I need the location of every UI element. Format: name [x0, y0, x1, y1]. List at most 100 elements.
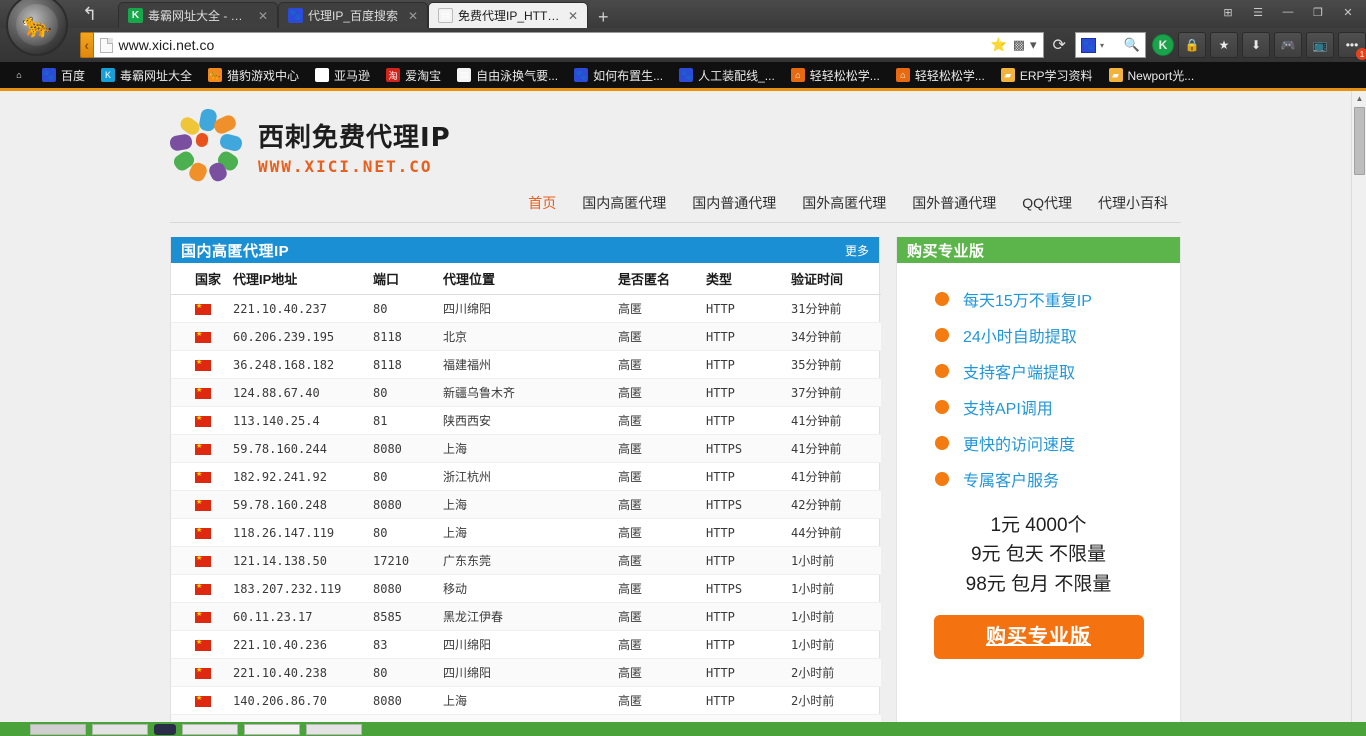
cell-anonymity: 高匿: [618, 686, 706, 715]
cell-ip: 183.207.232.119: [233, 574, 373, 603]
table-row[interactable]: 221.10.40.23780四川绵阳高匿HTTP31分钟前: [171, 294, 881, 323]
table-row[interactable]: 140.206.86.708080上海高匿HTTP2小时前: [171, 686, 881, 715]
taskbar-item[interactable]: [306, 723, 362, 735]
cell-verify-time: 1小时前: [791, 630, 881, 659]
download-button[interactable]: ⬇: [1242, 32, 1270, 58]
table-row[interactable]: 59.78.160.2448080上海高匿HTTPS41分钟前: [171, 434, 881, 463]
bookmark-11[interactable]: ▰ ERP学习资料: [993, 67, 1101, 84]
nav-item-qq-proxy[interactable]: QQ代理: [1022, 193, 1072, 213]
nav-item-foreign-normal[interactable]: 国外普通代理: [912, 193, 996, 213]
feature-item[interactable]: 每天15万不重复IP: [897, 281, 1180, 317]
cell-verify-time: 41分钟前: [791, 462, 881, 491]
table-row[interactable]: 183.207.232.1198080移动高匿HTTPS1小时前: [171, 574, 881, 603]
favorites-button[interactable]: ★: [1210, 32, 1238, 58]
nav-item-foreign-elite[interactable]: 国外高匿代理: [802, 193, 886, 213]
table-row[interactable]: 36.248.168.1828118福建福州高匿HTTP35分钟前: [171, 350, 881, 379]
scroll-up-arrow-icon[interactable]: ▲: [1352, 91, 1366, 106]
taskbar-item[interactable]: [154, 723, 176, 735]
close-window-button[interactable]: ✕: [1334, 2, 1362, 22]
table-row[interactable]: 221.10.40.23683四川绵阳高匿HTTP1小时前: [171, 630, 881, 659]
tab-close-icon[interactable]: ✕: [565, 9, 581, 23]
game-button[interactable]: 🎮: [1274, 32, 1302, 58]
address-bar[interactable]: www.xici.net.co ⭐ ▩ ▾: [93, 32, 1044, 58]
bookmark-10[interactable]: ⌂ 轻轻松松学...: [888, 67, 993, 84]
baidu-search-icon[interactable]: 🐾: [1080, 37, 1096, 53]
buy-pro-button[interactable]: 购买专业版: [933, 615, 1144, 660]
navigation-bar: ‹ www.xici.net.co ⭐ ▩ ▾ ⟳ 🐾 ▾ 🔍 K 🔒 ★ ⬇ …: [0, 28, 1366, 62]
star-icon[interactable]: ⭐: [991, 37, 1007, 53]
cell-ip: 121.14.138.50: [233, 546, 373, 575]
menu-more-button[interactable]: ••• 1: [1338, 32, 1366, 60]
brand-text: 西刺免费代理IP WWW.XICI.NET.CO: [258, 117, 451, 176]
new-tab-button[interactable]: +: [588, 8, 619, 28]
cell-port: 80: [373, 658, 443, 687]
tab-2-active[interactable]: ▤ 免费代理IP_HTTP代 ✕: [428, 2, 588, 31]
table-row[interactable]: 182.92.241.9280浙江杭州高匿HTTP41分钟前: [171, 462, 881, 491]
scrollbar-thumb[interactable]: [1354, 107, 1365, 175]
table-row[interactable]: 221.10.40.23880四川绵阳高匿HTTP2小时前: [171, 658, 881, 687]
maximize-button[interactable]: ❐: [1304, 2, 1332, 22]
table-row[interactable]: 118.26.147.11980上海高匿HTTP44分钟前: [171, 518, 881, 547]
baidu-icon: 🐾: [288, 8, 303, 23]
cell-type: HTTP: [706, 546, 791, 575]
bookmark-8[interactable]: 🐾 人工装配线_...: [671, 67, 783, 84]
bookmark-6[interactable]: ▤ 自由泳换气要...: [449, 67, 566, 84]
table-row[interactable]: 121.14.138.5017210广东东莞高匿HTTP1小时前: [171, 546, 881, 575]
bookmark-5[interactable]: 淘爱淘宝: [378, 67, 449, 84]
table-row[interactable]: 113.140.25.481陕西西安高匿HTTP41分钟前: [171, 406, 881, 435]
search-icon[interactable]: 🔍: [1124, 37, 1140, 53]
bookmark-2[interactable]: K 毒霸网址大全: [93, 67, 200, 84]
tab-1[interactable]: 🐾 代理IP_百度搜索 ✕: [278, 2, 428, 28]
lock-button[interactable]: 🔒: [1178, 32, 1206, 58]
taskbar-item[interactable]: [182, 723, 238, 735]
tv-button[interactable]: 📺: [1306, 32, 1334, 58]
kingsoft-guard-button[interactable]: K: [1152, 34, 1174, 56]
back-button[interactable]: ‹: [80, 32, 94, 58]
china-flag-icon: [195, 301, 211, 315]
taskbar-item[interactable]: [244, 723, 300, 735]
more-link[interactable]: 更多: [845, 242, 869, 259]
menu-button[interactable]: ☰: [1244, 2, 1272, 22]
extension-buttons: K 🔒 ★ ⬇ 🎮 📺 ••• 1: [1152, 32, 1366, 60]
feature-item[interactable]: 支持API调用: [897, 389, 1180, 425]
reload-button[interactable]: ⟳: [1044, 35, 1075, 55]
tab-close-icon[interactable]: ✕: [405, 9, 421, 23]
chevron-down-icon[interactable]: ▾: [1100, 41, 1104, 50]
nav-item-home[interactable]: 首页: [528, 193, 556, 213]
nav-item-domestic-normal[interactable]: 国内普通代理: [692, 193, 776, 213]
feature-item[interactable]: 专属客户服务: [897, 461, 1180, 497]
feature-item[interactable]: 支持客户端提取: [897, 353, 1180, 389]
table-row[interactable]: 124.88.67.4080新疆乌鲁木齐高匿HTTP37分钟前: [171, 378, 881, 407]
minimize-button[interactable]: —: [1274, 2, 1302, 22]
qr-code-icon[interactable]: ▩: [1013, 37, 1025, 53]
feature-item[interactable]: 24小时自助提取: [897, 317, 1180, 353]
feature-item[interactable]: 更快的访问速度: [897, 425, 1180, 461]
bookmark-7[interactable]: 🐾 如何布置生...: [566, 67, 671, 84]
cell-anonymity: 高匿: [618, 630, 706, 659]
taskbar-item[interactable]: [92, 723, 148, 735]
table-row[interactable]: 59.78.160.2488080上海高匿HTTPS42分钟前: [171, 490, 881, 519]
tab-0[interactable]: K 毒霸网址大全 - 最安... ✕: [118, 2, 278, 28]
search-box[interactable]: 🐾 ▾ 🔍: [1074, 32, 1146, 58]
tab-close-icon[interactable]: ✕: [255, 9, 271, 23]
grid-view-button[interactable]: ⊞: [1214, 2, 1242, 22]
bookmark-1[interactable]: 🐾 百度: [34, 67, 93, 84]
bookmark-9[interactable]: ⌂ 轻轻松松学...: [783, 67, 888, 84]
cheetah-icon: 🐆: [208, 68, 223, 82]
chevron-down-icon[interactable]: ▾: [1030, 37, 1037, 53]
taskbar-item[interactable]: [30, 723, 86, 735]
bookmark-3[interactable]: 🐆 猎豹游戏中心: [200, 67, 307, 84]
bookmark-4[interactable]: a 亚马逊: [307, 67, 378, 84]
cell-country: [171, 294, 233, 323]
bookmark-home[interactable]: ⌂: [4, 68, 34, 82]
table-row[interactable]: 60.206.239.1958118北京高匿HTTP34分钟前: [171, 322, 881, 351]
table-row[interactable]: 60.11.23.178585黑龙江伊春高匿HTTP1小时前: [171, 602, 881, 631]
brand[interactable]: 西刺免费代理IP WWW.XICI.NET.CO: [0, 107, 1351, 184]
vertical-scrollbar[interactable]: ▲ ▼: [1351, 91, 1366, 736]
history-back-arrow-icon[interactable]: ↰: [82, 4, 97, 25]
bookmark-12[interactable]: ▰ Newport光...: [1101, 67, 1203, 84]
nav-item-wiki[interactable]: 代理小百科: [1098, 193, 1168, 213]
notification-badge: 1: [1356, 48, 1366, 60]
nav-item-domestic-elite[interactable]: 国内高匿代理: [582, 193, 666, 213]
bullet-icon: [935, 400, 949, 414]
